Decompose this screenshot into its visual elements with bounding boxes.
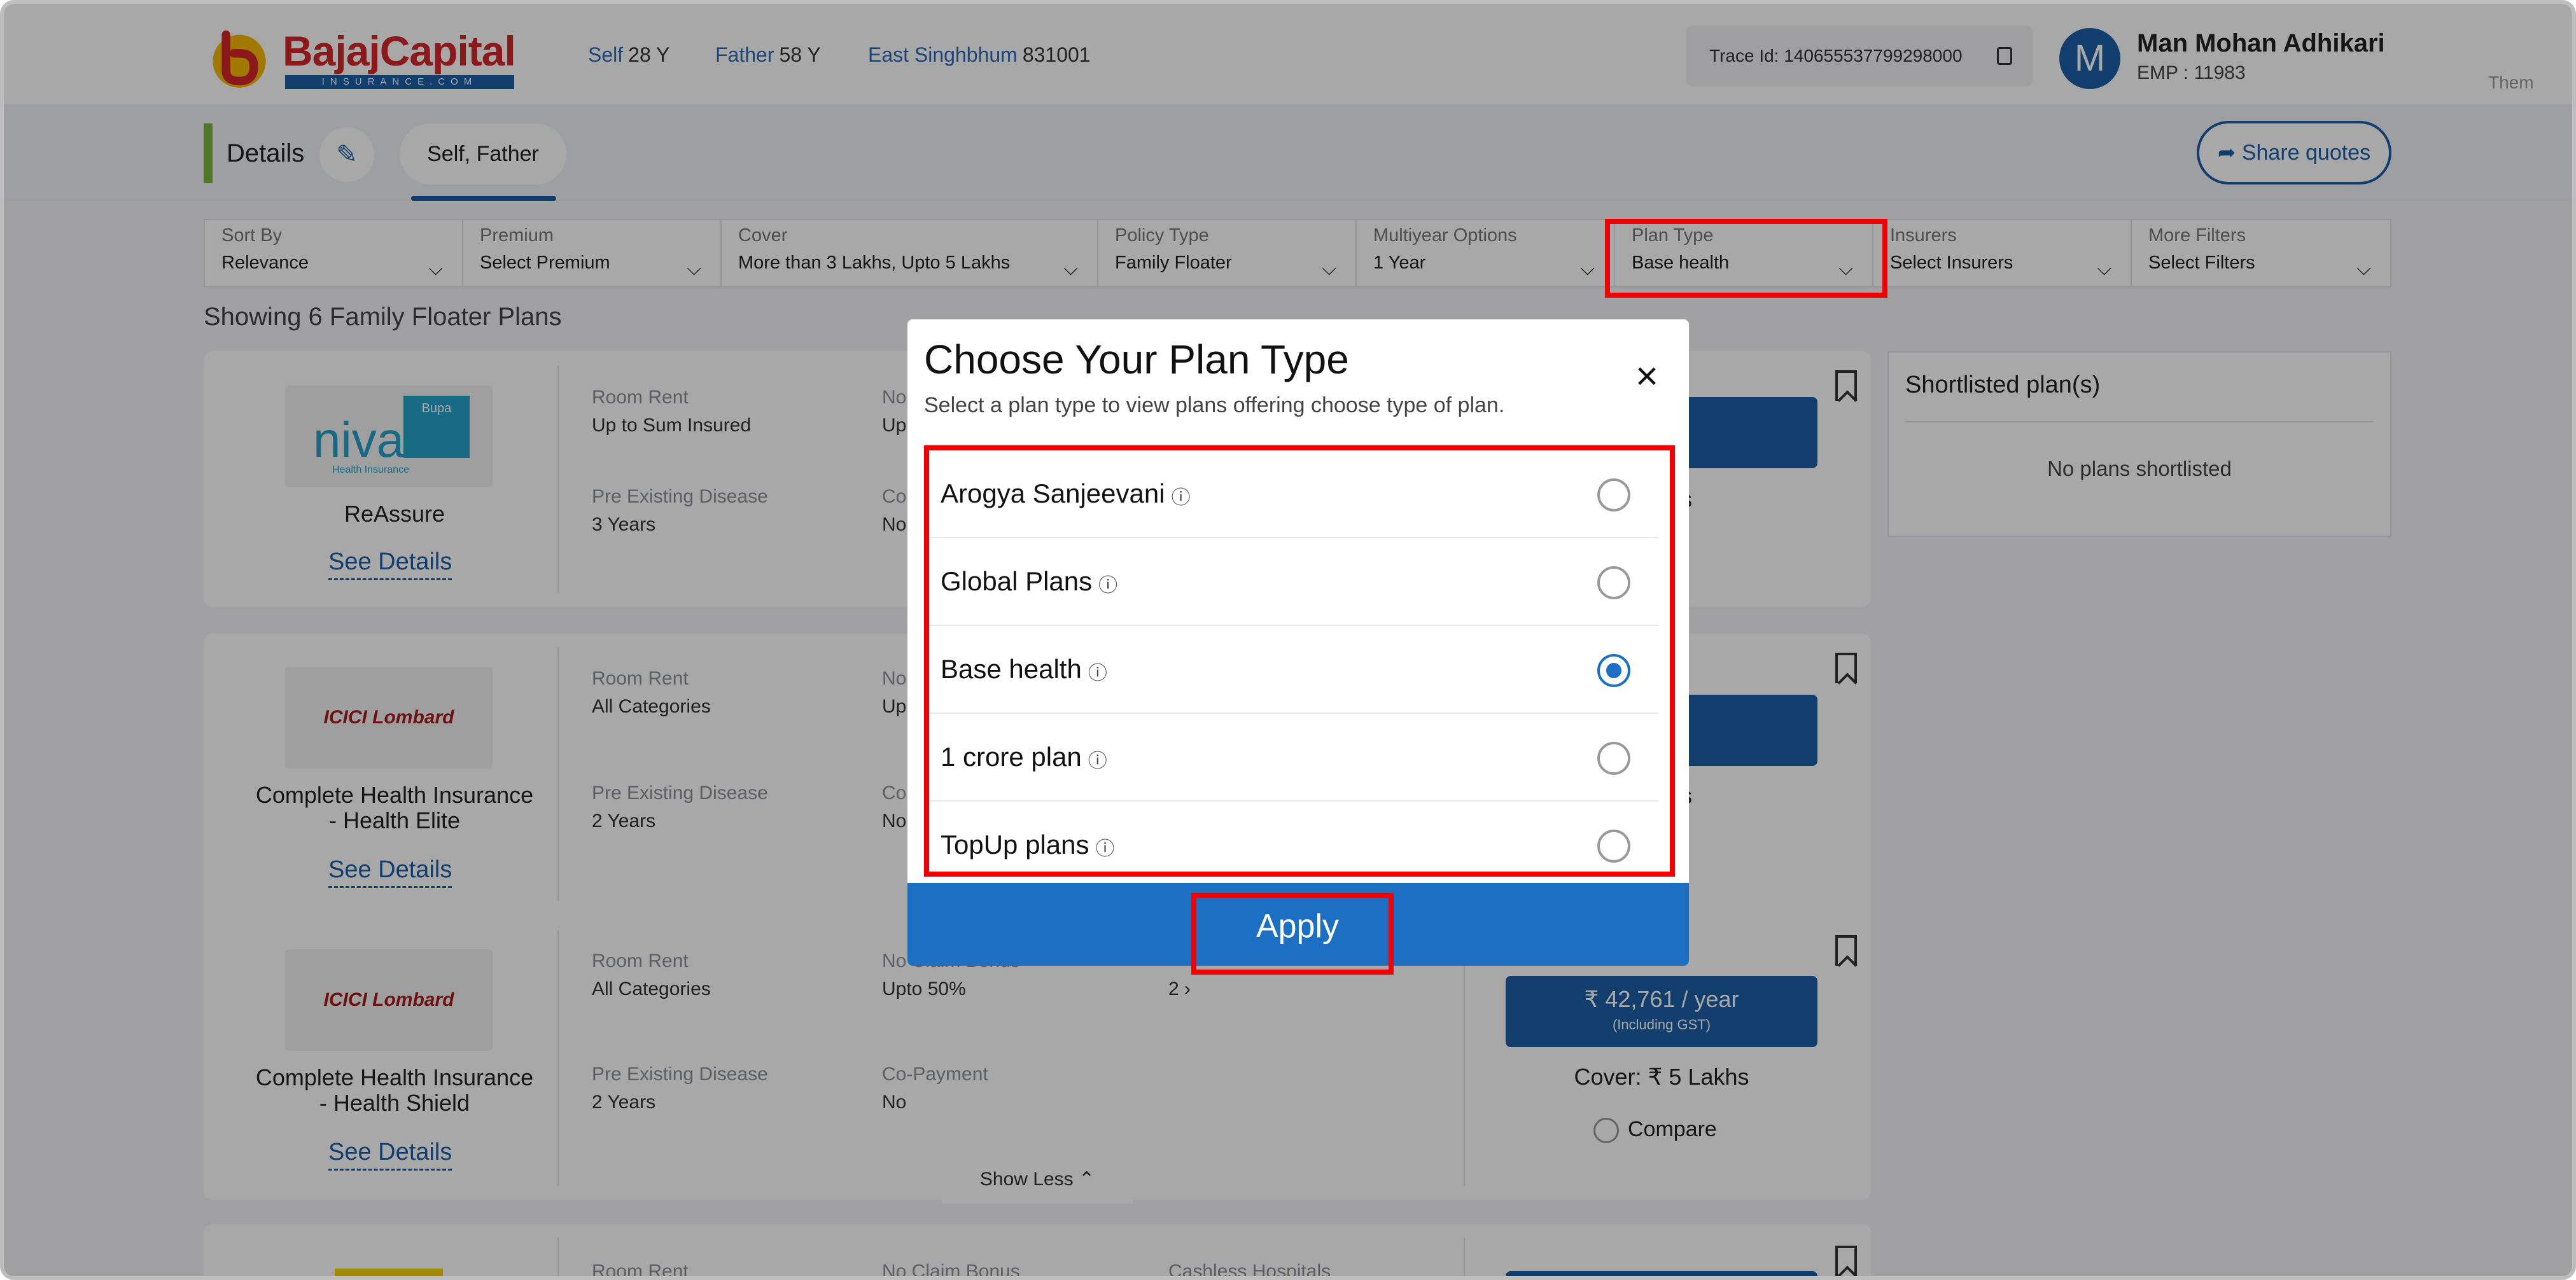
plan-type-highlight	[1605, 219, 1887, 298]
close-icon[interactable]: ×	[1628, 357, 1666, 396]
modal-title: Choose Your Plan Type	[924, 337, 1349, 382]
browser-frame: BajajCapital INSURANCE.COM Self 28 Y Fath…	[0, 0, 2576, 1280]
modal-subtitle: Select a plan type to view plans offerin…	[924, 393, 1505, 417]
options-highlight	[924, 445, 1675, 877]
apply-highlight	[1191, 893, 1394, 975]
